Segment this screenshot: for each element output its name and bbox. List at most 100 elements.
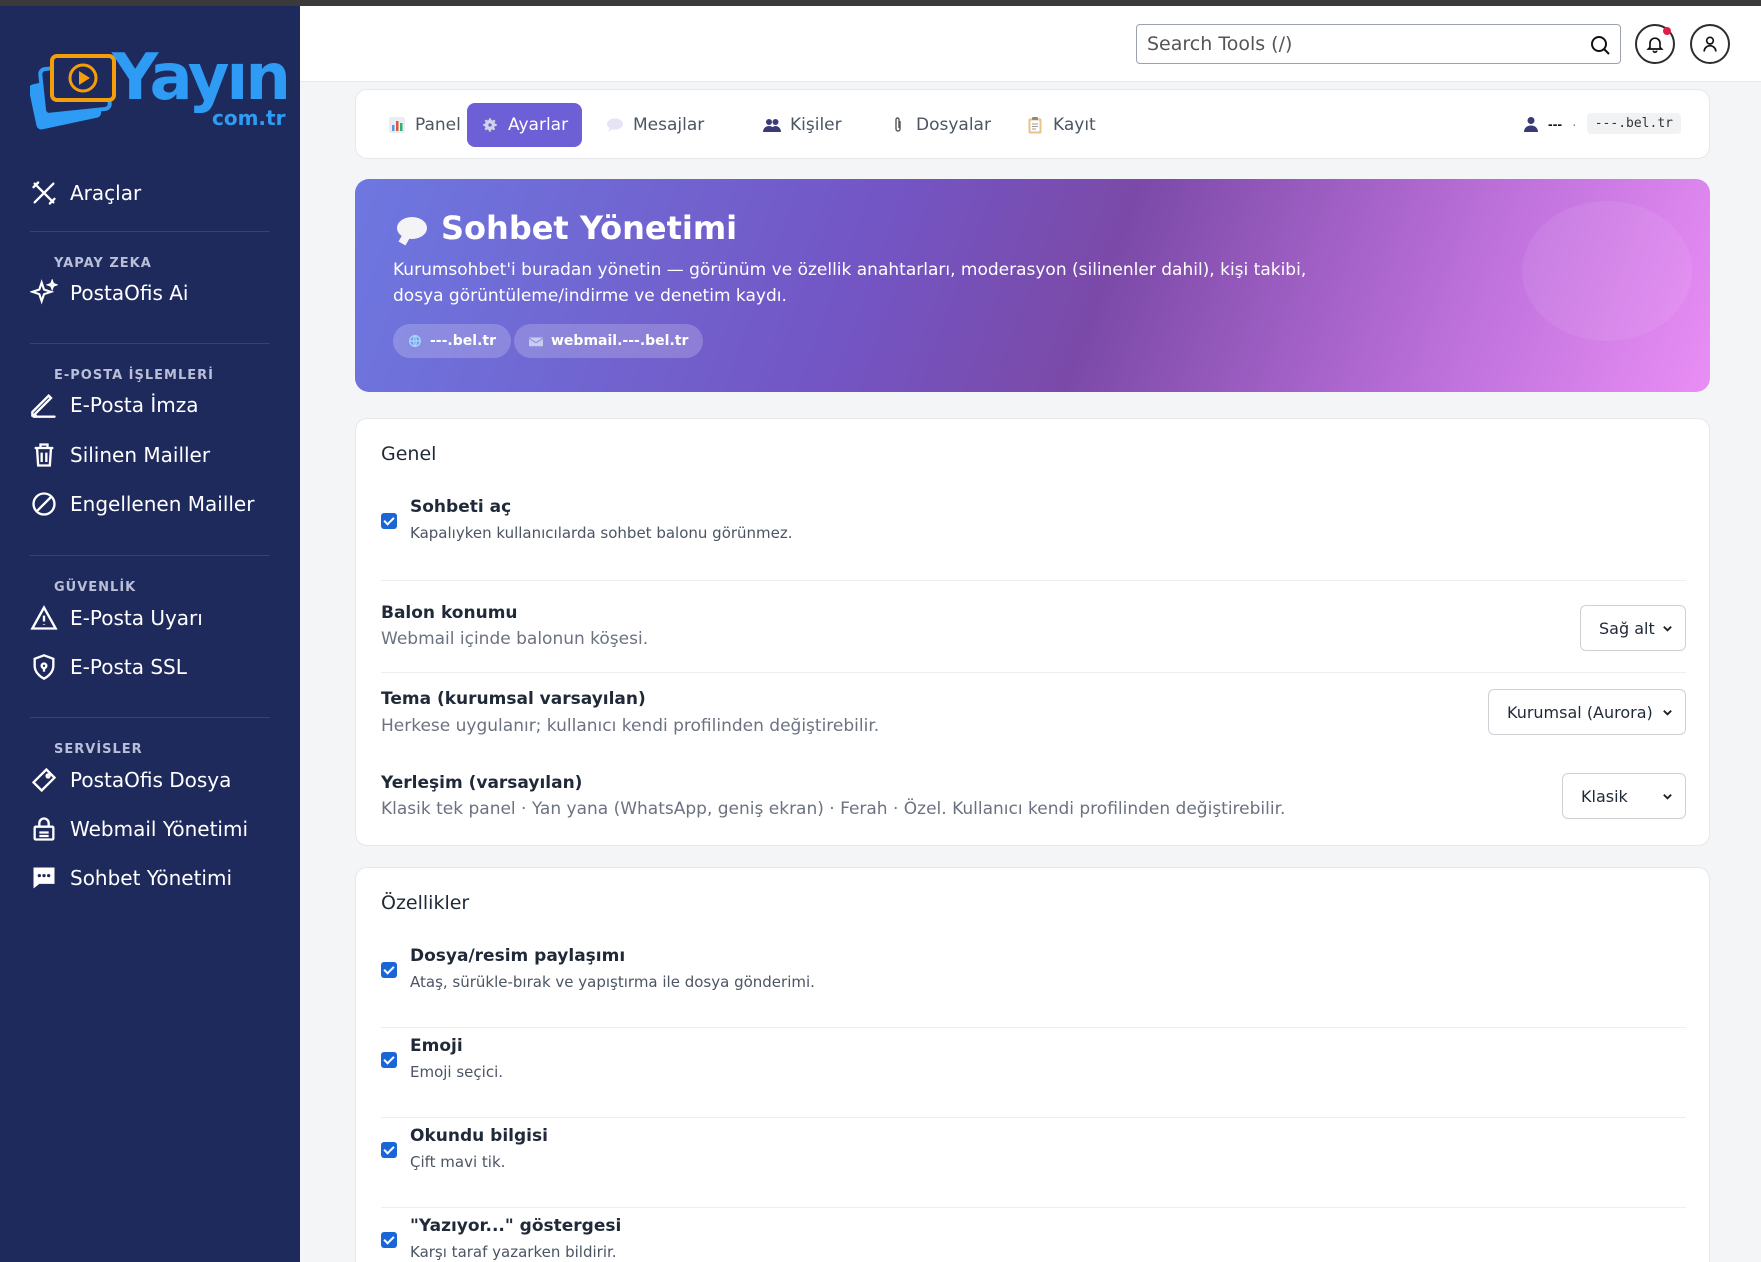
section-title: E-POSTA İŞLEMLERİ (54, 368, 214, 383)
theme-select[interactable]: Kurumsal (Aurora) (1488, 689, 1686, 735)
trash-icon (34, 443, 54, 467)
people-icon (763, 119, 781, 132)
feature-description: Emoji seçici. (410, 1063, 504, 1081)
window-top-strip (0, 0, 1761, 6)
page-description: Kurumsohbet'i buradan yönetin — görünüm … (393, 260, 1307, 306)
chip-label: ---.bel.tr (430, 333, 496, 349)
sidebar: Yayın com.tr Araçlar YAPAY ZEKA PostaOfi… (0, 6, 300, 1262)
sidebar-item-label: E-Posta İmza (70, 393, 199, 417)
tab-dosyalar[interactable]: Dosyalar (875, 103, 1005, 147)
setting-label: Yerleşim (varsayılan) (381, 773, 583, 793)
tab-label: Mesajlar (633, 115, 705, 135)
select-value: Klasik (1581, 786, 1628, 806)
feature-read-receipt: Okundu bilgisi Çift mavi tik. (381, 1118, 1686, 1208)
warning-icon (30, 605, 58, 630)
user-account-button[interactable] (1690, 24, 1730, 64)
current-user-info: --- · ---.bel.tr (1524, 113, 1681, 134)
domain-chip[interactable]: ---.bel.tr (393, 324, 511, 358)
section-title: YAPAY ZEKA (54, 256, 152, 271)
shield-icon (33, 654, 55, 680)
sidebar-item-label: Webmail Yönetimi (70, 817, 249, 841)
lock-icon (33, 817, 55, 841)
tab-ayarlar[interactable]: Ayarlar (467, 103, 583, 147)
divider (30, 343, 270, 344)
block-icon (32, 492, 56, 516)
read-receipt-checkbox[interactable] (381, 1142, 397, 1158)
file-sharing-checkbox[interactable] (381, 962, 397, 978)
section-heading: Genel (381, 443, 437, 465)
setting-description: Herkese uygulanır; kullanıcı kendi profi… (381, 716, 880, 736)
tab-label: Kişiler (790, 115, 842, 135)
sidebar-item-eposta-imza[interactable]: E-Posta İmza (30, 385, 198, 425)
general-settings-card: Genel Sohbeti aç Kapalıyken kullanıcılar… (355, 418, 1710, 846)
typing-indicator-checkbox[interactable] (381, 1232, 397, 1248)
sidebar-item-label: E-Posta SSL (70, 655, 187, 679)
bubble-position-select[interactable]: Sağ alt (1580, 605, 1686, 651)
chevron-down-icon (1663, 794, 1672, 800)
mail-icon (529, 337, 543, 347)
logo-cards-icon (30, 54, 116, 130)
gear-icon (483, 118, 497, 132)
chart-icon (389, 117, 405, 133)
sparkle-icon (30, 279, 58, 305)
bell-icon (1646, 37, 1664, 54)
tag-icon (31, 767, 57, 793)
tab-kayit[interactable]: Kayıt (1012, 103, 1110, 147)
feature-file-sharing: Dosya/resim paylaşımı Ataş, sürükle-bıra… (381, 938, 1686, 1028)
tab-label: Dosyalar (916, 115, 991, 135)
feature-label: "Yazıyor..." göstergesi (410, 1216, 622, 1236)
feature-emoji: Emoji Emoji seçici. (381, 1028, 1686, 1118)
tab-mesajlar[interactable]: Mesajlar (592, 103, 718, 147)
select-value: Kurumsal (Aurora) (1507, 702, 1653, 722)
sidebar-item-sohbet-yonetimi[interactable]: Sohbet Yönetimi (30, 858, 232, 898)
emoji-checkbox[interactable] (381, 1052, 397, 1068)
tab-panel[interactable]: Panel (374, 103, 475, 147)
sidebar-item-eposta-ssl[interactable]: E-Posta SSL (30, 647, 187, 687)
sidebar-item-webmail-yonetimi[interactable]: Webmail Yönetimi (30, 809, 248, 849)
feature-description: Çift mavi tik. (410, 1153, 506, 1171)
sidebar-item-label: Silinen Mailler (70, 443, 211, 467)
tab-label: Ayarlar (508, 115, 569, 135)
sidebar-item-engellenen-mailler[interactable]: Engellenen Mailler (30, 484, 254, 524)
section-title: SERVİSLER (54, 742, 143, 757)
sidebar-item-eposta-uyari[interactable]: E-Posta Uyarı (30, 598, 203, 638)
feature-description: Karşı taraf yazarken bildirir. (410, 1243, 617, 1261)
chevron-down-icon (1663, 626, 1672, 632)
paperclip-icon (895, 117, 901, 132)
search-icon[interactable] (1588, 33, 1612, 57)
setting-description: Kapalıyken kullanıcılarda sohbet balonu … (410, 524, 793, 542)
globe-icon (409, 335, 421, 347)
setting-open-chat: Sohbeti aç Kapalıyken kullanıcılarda soh… (381, 489, 1686, 581)
chevron-down-icon (1663, 710, 1672, 716)
sidebar-item-silinen-mailler[interactable]: Silinen Mailler (30, 435, 210, 475)
user-icon (1703, 36, 1717, 52)
page-title: Sohbet Yönetimi (397, 209, 737, 247)
search-input[interactable] (1147, 31, 1577, 57)
hero-banner: Sohbet Yönetimi Kurumsohbet'i buradan yö… (355, 179, 1710, 392)
sidebar-item-label: Araçlar (70, 181, 142, 205)
logo[interactable]: Yayın com.tr (30, 44, 291, 136)
setting-label: Tema (kurumsal varsayılan) (381, 689, 646, 709)
search-box (1136, 24, 1621, 64)
notifications-button[interactable] (1635, 24, 1675, 64)
sidebar-item-label: PostaOfis Dosya (70, 768, 232, 792)
layout-select[interactable]: Klasik (1562, 773, 1686, 819)
top-header (300, 6, 1761, 82)
section-title: GÜVENLİK (54, 580, 137, 595)
logo-word: Yayın (112, 41, 291, 115)
sidebar-item-postaofis-dosya[interactable]: PostaOfis Dosya (30, 760, 231, 800)
webmail-chip[interactable]: webmail.---.bel.tr (514, 324, 704, 358)
open-chat-checkbox[interactable] (381, 513, 397, 529)
clipboard-icon (1028, 117, 1042, 134)
tab-kisiler[interactable]: Kişiler (749, 103, 856, 147)
user-icon (1524, 116, 1539, 132)
chip-label: webmail.---.bel.tr (551, 333, 689, 349)
tab-label: Panel (415, 115, 461, 135)
setting-layout: Yerleşim (varsayılan) Klasik tek panel ·… (381, 757, 1686, 841)
sidebar-item-araclar[interactable]: Araçlar (30, 173, 141, 213)
speech-icon (607, 118, 623, 132)
pen-icon (31, 394, 56, 418)
decorative-blob (1522, 201, 1692, 341)
feature-label: Okundu bilgisi (410, 1126, 548, 1146)
sidebar-item-postaofis-ai[interactable]: PostaOfis Ai (30, 273, 188, 313)
